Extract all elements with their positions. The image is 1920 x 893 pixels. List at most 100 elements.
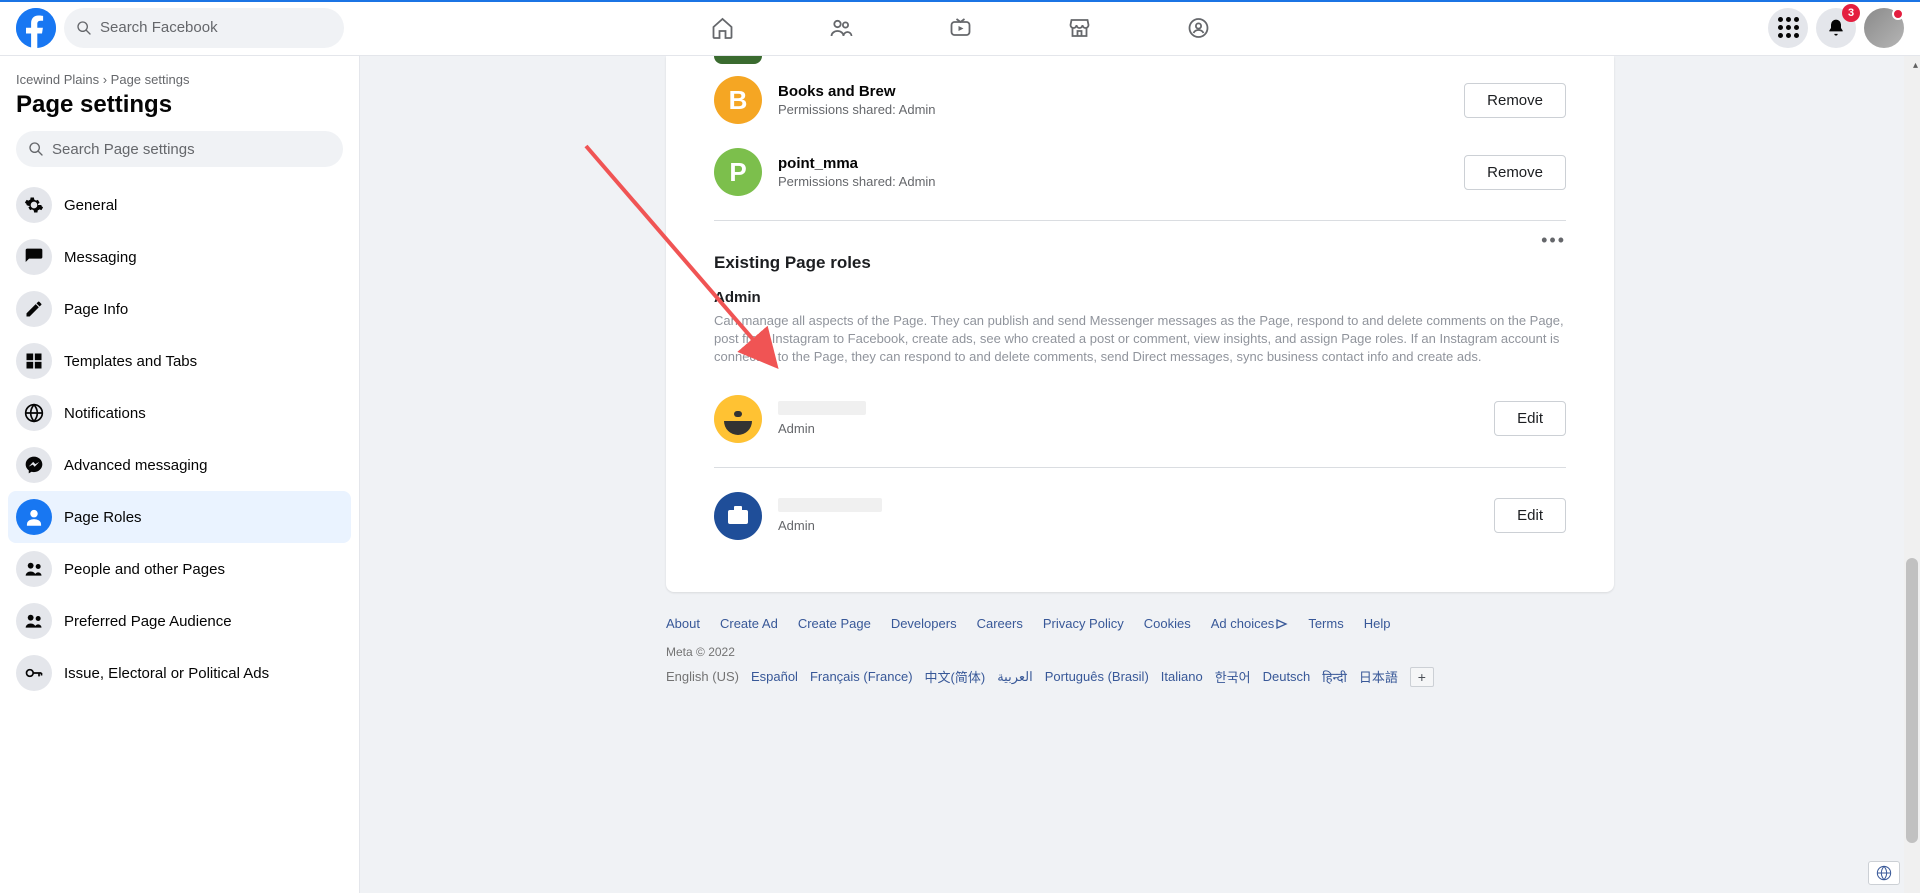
sidebar-item-label: Messaging xyxy=(64,249,137,266)
sidebar-item-people-pages[interactable]: People and other Pages xyxy=(8,543,351,595)
templates-icon xyxy=(16,343,52,379)
footer-meta: Meta © 2022 xyxy=(666,645,1614,659)
groups-icon xyxy=(1186,16,1210,40)
section-title: Existing Page roles xyxy=(666,247,1614,289)
marketplace-icon xyxy=(1067,16,1091,40)
footer-links: About Create Ad Create Page Developers C… xyxy=(666,616,1614,631)
global-search-input[interactable] xyxy=(100,19,332,36)
facebook-logo[interactable] xyxy=(16,8,56,48)
admin-role: Admin xyxy=(778,518,1478,533)
scrollbar-thumb[interactable] xyxy=(1906,558,1918,843)
business-name: Books and Brew xyxy=(778,83,1448,100)
more-options-icon[interactable]: ••• xyxy=(666,233,1614,247)
lang-link[interactable]: 日本語 xyxy=(1359,667,1398,686)
footer-link[interactable]: About xyxy=(666,616,700,631)
lang-link[interactable]: Español xyxy=(751,669,798,684)
sidebar-item-label: Issue, Electoral or Political Ads xyxy=(64,665,269,682)
sidebar-item-general[interactable]: General xyxy=(8,179,351,231)
sidebar-item-label: Templates and Tabs xyxy=(64,353,197,370)
message-icon xyxy=(16,239,52,275)
admin-row: Admin Edit xyxy=(666,480,1614,552)
lang-link[interactable]: 中文(简体) xyxy=(925,667,986,686)
sidebar-search[interactable] xyxy=(16,131,343,167)
sidebar-item-templates[interactable]: Templates and Tabs xyxy=(8,335,351,387)
menu-button[interactable] xyxy=(1768,8,1808,48)
breadcrumb-page-link[interactable]: Icewind Plains xyxy=(16,72,99,87)
scroll-up-arrow[interactable]: ▴ xyxy=(1913,60,1918,71)
footer-link[interactable]: Developers xyxy=(891,616,957,631)
key-icon xyxy=(16,655,52,691)
gear-icon xyxy=(16,187,52,223)
lang-link[interactable]: हिन्दी xyxy=(1322,668,1347,686)
footer-link[interactable]: Create Ad xyxy=(720,616,778,631)
business-name: point_mma xyxy=(778,155,1448,172)
nav-watch[interactable] xyxy=(905,4,1016,52)
lang-link[interactable]: Français (France) xyxy=(810,669,913,684)
add-language-button[interactable]: + xyxy=(1410,667,1434,687)
sidebar-item-advanced-messaging[interactable]: Advanced messaging xyxy=(8,439,351,491)
language-globe-button[interactable] xyxy=(1868,861,1900,885)
globe-icon xyxy=(16,395,52,431)
admin-name-redacted xyxy=(778,498,882,512)
search-icon xyxy=(76,20,92,36)
nav-friends[interactable] xyxy=(786,4,897,52)
business-permission: Permissions shared: Admin xyxy=(778,102,1448,117)
scrollbar[interactable] xyxy=(1904,56,1920,893)
footer-link[interactable]: Privacy Policy xyxy=(1043,616,1124,631)
lang-link[interactable]: Italiano xyxy=(1161,669,1203,684)
people-icon xyxy=(16,551,52,587)
sidebar-item-label: Notifications xyxy=(64,405,146,422)
footer-link[interactable]: Terms xyxy=(1308,616,1343,631)
sidebar-item-label: Preferred Page Audience xyxy=(64,613,232,630)
account-avatar[interactable] xyxy=(1864,8,1904,48)
sidebar-item-label: Page Info xyxy=(64,301,128,318)
lang-link[interactable]: Português (Brasil) xyxy=(1045,669,1149,684)
notifications-button[interactable]: 3 xyxy=(1816,8,1856,48)
nav-groups[interactable] xyxy=(1143,4,1254,52)
lang-link[interactable]: العربية xyxy=(997,669,1033,685)
topbar-right: 3 xyxy=(1768,8,1904,48)
sidebar-item-page-info[interactable]: Page Info xyxy=(8,283,351,335)
footer: About Create Ad Create Page Developers C… xyxy=(666,616,1614,711)
sidebar-item-label: General xyxy=(64,197,117,214)
edit-button[interactable]: Edit xyxy=(1494,401,1566,436)
nav-home[interactable] xyxy=(667,4,778,52)
global-search[interactable] xyxy=(64,8,344,48)
sidebar-item-label: Advanced messaging xyxy=(64,457,207,474)
watch-icon xyxy=(948,16,972,40)
admin-name-redacted xyxy=(778,401,866,415)
lang-link[interactable]: Deutsch xyxy=(1263,669,1311,684)
sidebar-item-messaging[interactable]: Messaging xyxy=(8,231,351,283)
breadcrumb-current: Page settings xyxy=(111,72,190,87)
lang-link[interactable]: English (US) xyxy=(666,669,739,684)
edit-button[interactable]: Edit xyxy=(1494,498,1566,533)
lang-link[interactable]: 한국어 xyxy=(1215,667,1251,686)
footer-link[interactable]: Create Page xyxy=(798,616,871,631)
remove-button[interactable]: Remove xyxy=(1464,83,1566,118)
footer-link[interactable]: Careers xyxy=(977,616,1023,631)
sidebar-item-page-roles[interactable]: Page Roles xyxy=(8,491,351,543)
footer-languages: English (US) Español Français (France) 中… xyxy=(666,667,1614,687)
friends-icon xyxy=(829,16,853,40)
nav-marketplace[interactable] xyxy=(1024,4,1135,52)
admin-avatar xyxy=(714,492,762,540)
divider xyxy=(714,220,1566,221)
sidebar-item-electoral-ads[interactable]: Issue, Electoral or Political Ads xyxy=(8,647,351,699)
business-row: B Books and Brew Permissions shared: Adm… xyxy=(666,64,1614,136)
footer-link[interactable]: Help xyxy=(1364,616,1391,631)
sidebar-item-preferred-audience[interactable]: Preferred Page Audience xyxy=(8,595,351,647)
sidebar-item-notifications[interactable]: Notifications xyxy=(8,387,351,439)
business-avatar: P xyxy=(714,148,762,196)
people-icon xyxy=(16,603,52,639)
apps-icon xyxy=(1778,17,1799,38)
page-title: Page settings xyxy=(8,91,351,131)
sidebar-search-input[interactable] xyxy=(52,141,331,158)
sidebar-item-label: People and other Pages xyxy=(64,561,225,578)
role-heading: Admin xyxy=(666,289,1614,312)
footer-link[interactable]: Ad choices xyxy=(1211,616,1289,631)
footer-link[interactable]: Cookies xyxy=(1144,616,1191,631)
topbar: 3 xyxy=(0,0,1920,56)
remove-button[interactable]: Remove xyxy=(1464,155,1566,190)
avatar-badge xyxy=(1892,8,1904,20)
breadcrumb: Icewind Plains › Page settings xyxy=(8,72,351,91)
